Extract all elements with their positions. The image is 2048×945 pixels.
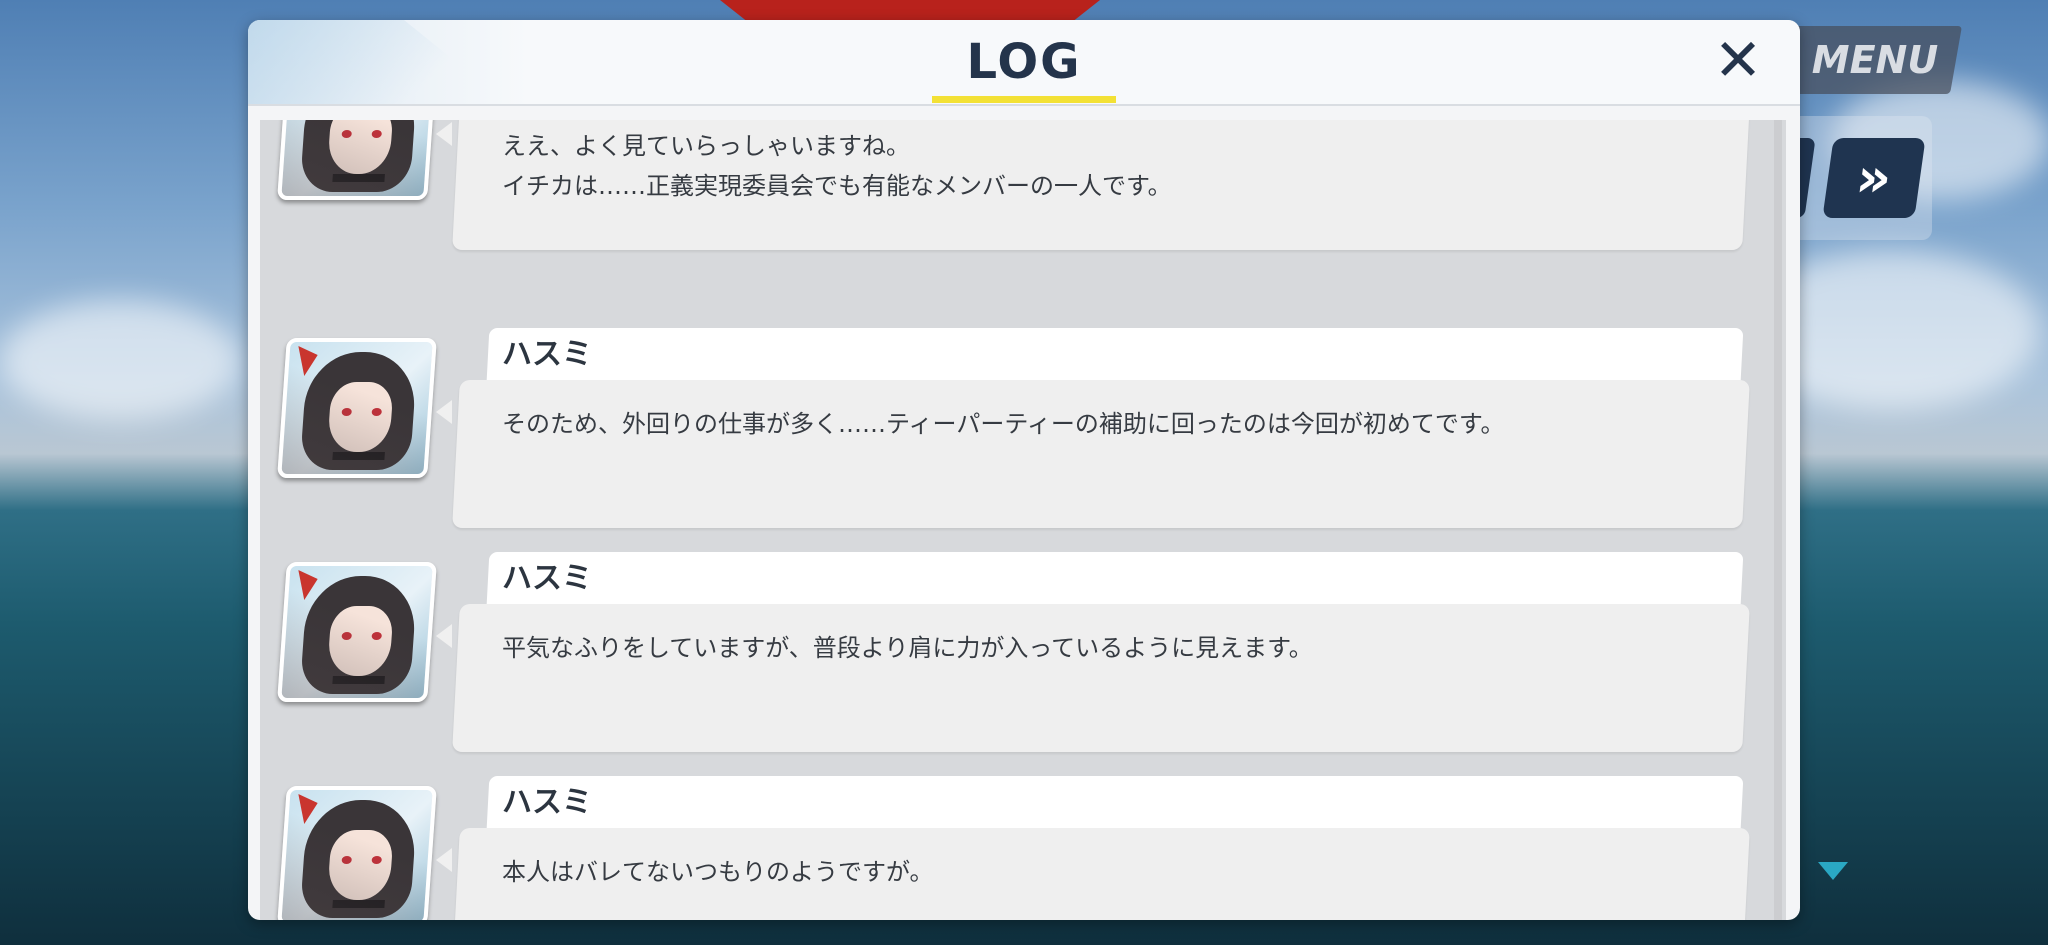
menu-button[interactable]: MENU	[1800, 34, 1950, 86]
log-panel: LOG ✕ ええ、よく見ていらっしゃいますね。 イチカは……正義実現委員会でも有…	[248, 20, 1800, 920]
message-bubble	[452, 380, 1750, 528]
speaker-avatar	[277, 786, 437, 920]
header-decoration	[248, 20, 508, 104]
message-text: そのため、外回りの仕事が多く……ティーパーティーの補助に回ったのは今回が初めてで…	[502, 410, 1505, 438]
name-plate	[486, 328, 1744, 382]
game-screen: MENU » LOG ✕ ええ、よく見ていらっしゃいますね。 イチカは……正義実…	[0, 0, 2048, 945]
speaker-name: ハスミ	[502, 785, 592, 820]
message-text: 本人はバレてないつもりのようですが。	[502, 858, 934, 886]
name-plate	[486, 552, 1744, 606]
avatar-shade	[281, 790, 433, 920]
title-underline	[932, 96, 1116, 103]
speech-tail	[436, 624, 452, 648]
speech-tail	[436, 122, 452, 146]
log-header: LOG ✕	[248, 20, 1800, 106]
log-scrollbar[interactable]	[1774, 120, 1782, 920]
log-list[interactable]: ええ、よく見ていらっしゃいますね。 イチカは……正義実現委員会でも有能なメンバー…	[260, 120, 1786, 920]
fast-forward-button[interactable]: »	[1822, 138, 1926, 218]
message-text: ええ、よく見ていらっしゃいますね。 イチカは……正義実現委員会でも有能なメンバー…	[502, 132, 1172, 200]
avatar-shade	[281, 566, 433, 698]
speaker-avatar	[277, 562, 437, 702]
log-entry: ええ、よく見ていらっしゃいますね。 イチカは……正義実現委員会でも有能なメンバー…	[260, 120, 1770, 260]
speaker-name: ハスミ	[502, 337, 592, 372]
message-text: 平気なふりをしていますが、普段より肩に力が入っているように見えます。	[502, 634, 1313, 662]
log-entry: ハスミ 本人はバレてないつもりのようですが。	[260, 776, 1770, 920]
speaker-name: ハスミ	[502, 561, 592, 596]
log-title: LOG	[966, 34, 1082, 90]
log-entry: ハスミ そのため、外回りの仕事が多く……ティーパーティーの補助に回ったのは今回が…	[260, 328, 1770, 538]
scroll-down-icon[interactable]	[1818, 862, 1848, 880]
message-bubble	[452, 604, 1750, 752]
speech-tail	[436, 848, 452, 872]
background-cloud	[0, 300, 240, 420]
speaker-avatar	[277, 120, 437, 200]
avatar-shade	[281, 120, 433, 196]
speech-tail	[436, 400, 452, 424]
log-entry: ハスミ 平気なふりをしていますが、普段より肩に力が入っているように見えます。	[260, 552, 1770, 762]
avatar-shade	[281, 342, 433, 474]
name-plate	[486, 776, 1744, 830]
speaker-avatar	[277, 338, 437, 478]
close-button[interactable]: ✕	[1710, 31, 1766, 89]
